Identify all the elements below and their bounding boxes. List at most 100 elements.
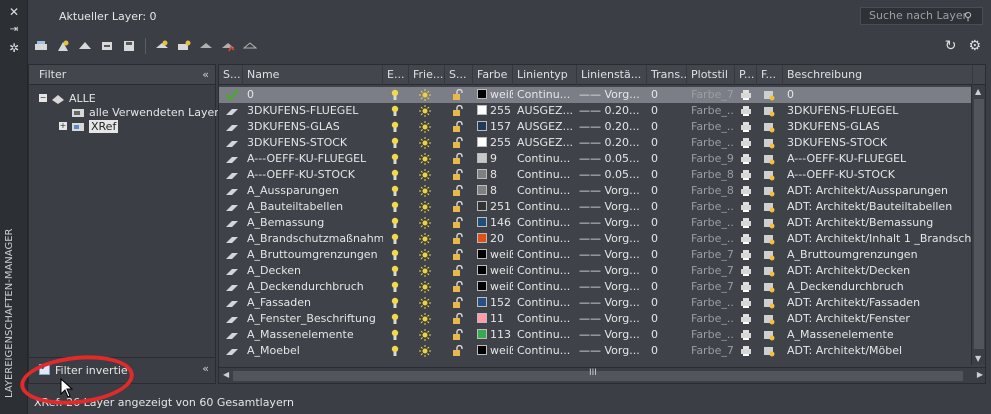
col-name[interactable]: Name bbox=[243, 65, 383, 85]
printer-icon[interactable] bbox=[740, 329, 752, 341]
layer-plotstyle[interactable]: Farbe_7 bbox=[691, 263, 735, 279]
layer-linetype[interactable]: Continu... bbox=[517, 231, 575, 247]
layer-linetype[interactable]: Continu... bbox=[517, 183, 575, 199]
layer-linetype[interactable]: Continu... bbox=[517, 167, 575, 183]
lightbulb-on-icon[interactable] bbox=[391, 169, 399, 181]
lightbulb-on-icon[interactable] bbox=[391, 121, 399, 133]
new-vp-freeze-icon[interactable] bbox=[763, 265, 775, 277]
search-input[interactable]: Suche nach Layer ⚲ bbox=[860, 7, 983, 25]
layer-description[interactable]: A_Deckendurchbruch bbox=[787, 279, 971, 295]
sun-thawed-icon[interactable] bbox=[419, 121, 431, 133]
layer-name[interactable]: 3DKUFENS-FLUEGEL bbox=[247, 103, 383, 119]
unlocked-padlock-icon[interactable] bbox=[452, 169, 464, 181]
layer-row[interactable]: A_Decken weiß Continu... —— Vorg... 0 Fa… bbox=[219, 263, 971, 279]
layer-name[interactable]: A_Fenster_Beschriftung bbox=[247, 311, 383, 327]
lightbulb-on-icon[interactable] bbox=[391, 233, 399, 245]
layer-transparency[interactable]: 0 bbox=[651, 87, 685, 103]
col-lineweight[interactable]: Linienstä... bbox=[577, 65, 647, 85]
layer-row[interactable]: A_Bruttoumgrenzungen weiß Continu... —— … bbox=[219, 247, 971, 263]
layer-lineweight[interactable]: —— 0.20... bbox=[579, 103, 645, 119]
col-description[interactable]: Beschreibung bbox=[783, 65, 973, 85]
unlocked-padlock-icon[interactable] bbox=[452, 281, 464, 293]
unlocked-padlock-icon[interactable] bbox=[452, 137, 464, 149]
layer-color[interactable]: 255 bbox=[477, 135, 513, 151]
layer-plotstyle[interactable]: Farbe_9 bbox=[691, 151, 735, 167]
layer-color[interactable]: 146 bbox=[477, 215, 513, 231]
tree-expand-icon[interactable]: + bbox=[59, 122, 67, 130]
unlocked-padlock-icon[interactable] bbox=[452, 329, 464, 341]
layer-color[interactable]: 113 bbox=[477, 327, 513, 343]
printer-icon[interactable] bbox=[740, 153, 752, 165]
printer-icon[interactable] bbox=[740, 281, 752, 293]
tree-item-used-layers[interactable]: alle Verwendeten Layer bbox=[71, 105, 219, 119]
layer-row[interactable]: A_Deckendurchbruch weiß Continu... —— Vo… bbox=[219, 279, 971, 295]
layer-lineweight[interactable]: —— 0.05... bbox=[579, 151, 645, 167]
lightbulb-on-icon[interactable] bbox=[391, 153, 399, 165]
layer-plotstyle[interactable]: Farbe_... bbox=[691, 119, 735, 135]
layer-lineweight[interactable]: —— Vorg... bbox=[579, 279, 645, 295]
new-vp-freeze-icon[interactable] bbox=[763, 153, 775, 165]
col-plot[interactable]: P... bbox=[735, 65, 757, 85]
layer-name[interactable]: A_Deckendurchbruch bbox=[247, 279, 383, 295]
layer-transparency[interactable]: 0 bbox=[651, 119, 685, 135]
layer-lineweight[interactable]: —— Vorg... bbox=[579, 199, 645, 215]
layer-name[interactable]: A_Bemassung bbox=[247, 215, 383, 231]
printer-icon[interactable] bbox=[740, 121, 752, 133]
unlocked-padlock-icon[interactable] bbox=[452, 105, 464, 117]
unlocked-padlock-icon[interactable] bbox=[452, 153, 464, 165]
scroll-down-icon[interactable]: ▼ bbox=[975, 354, 981, 363]
layer-plotstyle[interactable]: Farbe_7 bbox=[691, 343, 735, 359]
layer-transparency[interactable]: 0 bbox=[651, 135, 685, 151]
new-vp-freeze-icon[interactable] bbox=[763, 217, 775, 229]
layer-filter-icon[interactable] bbox=[98, 37, 116, 55]
layer-name[interactable]: A_Brandschutzmaßnahmen bbox=[247, 231, 383, 247]
sun-thawed-icon[interactable] bbox=[419, 153, 431, 165]
new-vp-freeze-icon[interactable] bbox=[763, 137, 775, 149]
layer-name[interactable]: A_Aussparungen bbox=[247, 183, 383, 199]
layer-lineweight[interactable]: —— Vorg... bbox=[579, 183, 645, 199]
layer-description[interactable]: ADT: Architekt/Decken bbox=[787, 263, 971, 279]
layer-linetype[interactable]: Continu... bbox=[517, 295, 575, 311]
layer-description[interactable]: A_Massenelemente bbox=[787, 327, 971, 343]
new-group-filter-icon[interactable] bbox=[54, 37, 72, 55]
printer-icon[interactable] bbox=[740, 89, 752, 101]
new-vp-freeze-icon[interactable] bbox=[763, 297, 775, 309]
layer-plotstyle[interactable]: Farbe_8 bbox=[691, 183, 735, 199]
col-freeze[interactable]: Frie... bbox=[409, 65, 445, 85]
layer-plotstyle[interactable]: Farbe_8 bbox=[691, 167, 735, 183]
scroll-up-icon[interactable]: ▲ bbox=[975, 87, 981, 96]
layer-description[interactable]: 3DKUFENS-GLAS bbox=[787, 119, 971, 135]
layer-description[interactable]: A_Bruttoumgrenzungen bbox=[787, 247, 971, 263]
layer-plotstyle[interactable]: Farbe_... bbox=[691, 231, 735, 247]
new-vp-freeze-icon[interactable] bbox=[763, 329, 775, 341]
layer-row[interactable]: A_Fassaden 152 Continu... —— Vorg... 0 F… bbox=[219, 295, 971, 311]
new-vp-freeze-icon[interactable] bbox=[763, 233, 775, 245]
new-layer-icon[interactable] bbox=[153, 37, 171, 55]
layer-linetype[interactable]: Continu... bbox=[517, 327, 575, 343]
new-vp-freeze-icon[interactable] bbox=[763, 281, 775, 293]
layer-plotstyle[interactable]: Farbe_7 bbox=[691, 247, 735, 263]
lightbulb-on-icon[interactable] bbox=[391, 265, 399, 277]
properties-icon[interactable]: ✲ bbox=[6, 40, 22, 56]
layer-transparency[interactable]: 0 bbox=[651, 183, 685, 199]
col-linetype[interactable]: Linientyp bbox=[513, 65, 577, 85]
layer-name[interactable]: A_Bauteiltabellen bbox=[247, 199, 383, 215]
layer-linetype[interactable]: Continu... bbox=[517, 199, 575, 215]
layer-color[interactable]: 9 bbox=[477, 151, 513, 167]
lightbulb-on-icon[interactable] bbox=[391, 281, 399, 293]
layer-description[interactable]: ADT: Architekt/Fassaden bbox=[787, 295, 971, 311]
layer-plotstyle[interactable]: Farbe_... bbox=[691, 295, 735, 311]
layer-plotstyle[interactable]: Farbe_... bbox=[691, 215, 735, 231]
sun-thawed-icon[interactable] bbox=[419, 105, 431, 117]
collapse-filter-icon[interactable]: « bbox=[202, 65, 209, 84]
new-vp-freeze-icon[interactable] bbox=[763, 89, 775, 101]
layer-plotstyle[interactable]: Farbe_... bbox=[691, 199, 735, 215]
layer-description[interactable]: A---OEFF-KU-STOCK bbox=[787, 167, 971, 183]
layer-row[interactable]: A_Brandschutzmaßnahmen 20 Continu... —— … bbox=[219, 231, 971, 247]
layer-lineweight[interactable]: —— 0.20... bbox=[579, 119, 645, 135]
layer-row[interactable]: 3DKUFENS-GLAS 157 AUSGEZ... —— 0.20... 0… bbox=[219, 119, 971, 135]
collapse-tree-icon[interactable]: « bbox=[202, 362, 209, 375]
layer-row[interactable]: A---OEFF-KU-FLUEGEL 9 Continu... —— 0.05… bbox=[219, 151, 971, 167]
layer-lineweight[interactable]: —— Vorg... bbox=[579, 215, 645, 231]
layer-color[interactable]: weiß bbox=[477, 263, 513, 279]
